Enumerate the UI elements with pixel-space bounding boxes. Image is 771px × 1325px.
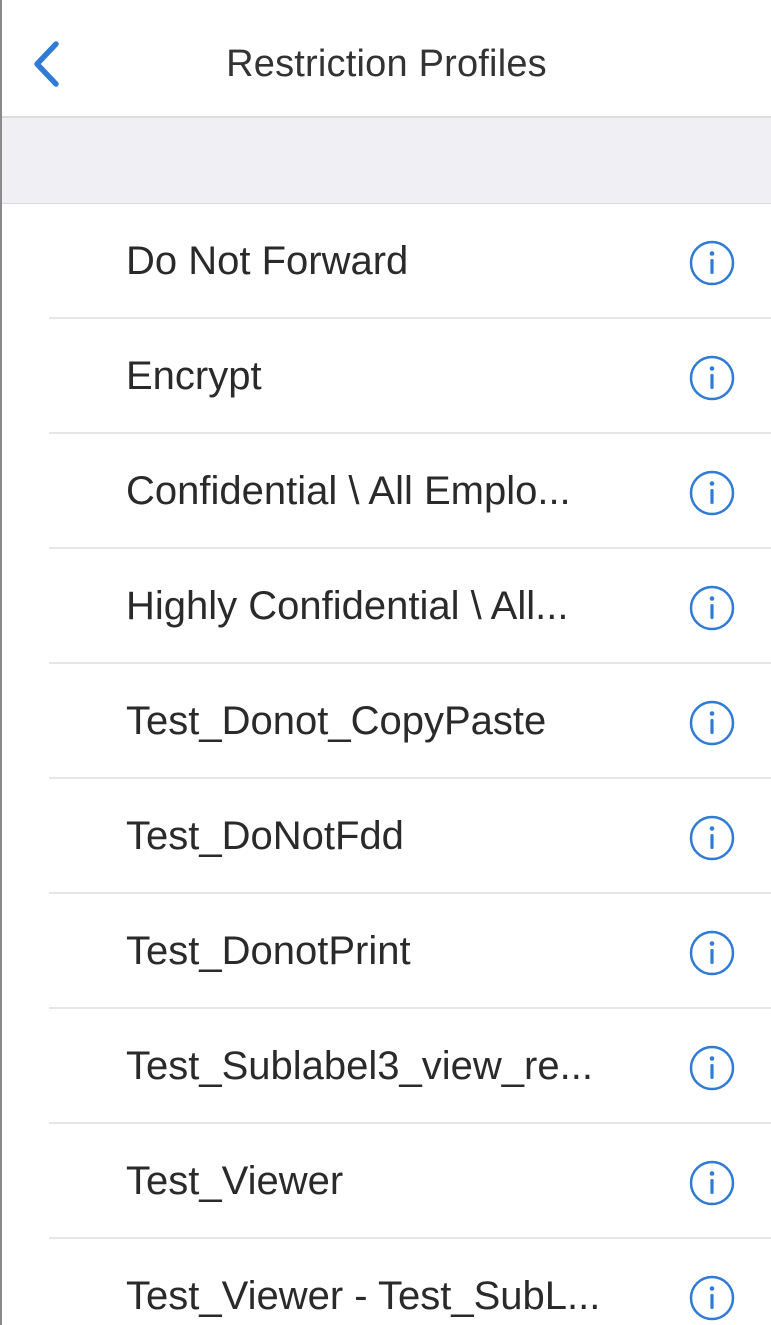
info-button[interactable]	[686, 352, 738, 404]
list-item[interactable]: Test_Donot_CopyPaste	[2, 664, 771, 779]
restriction-profiles-screen: Restriction Profiles Do Not Forward Encr…	[0, 0, 771, 1325]
info-icon	[689, 240, 735, 286]
list-item-label: Confidential \ All Emplo...	[126, 469, 571, 513]
info-icon	[689, 1045, 735, 1091]
list-item[interactable]: Test_Sublabel3_view_re...	[2, 1009, 771, 1124]
info-icon	[689, 585, 735, 631]
list-item[interactable]: Confidential \ All Emplo...	[2, 434, 771, 549]
list-item-label: Test_DoNotFdd	[126, 814, 404, 858]
list-item-label: Test_Sublabel3_view_re...	[126, 1044, 593, 1088]
list-item-label: Test_DonotPrint	[126, 929, 411, 973]
info-button[interactable]	[686, 1042, 738, 1094]
info-icon	[689, 815, 735, 861]
info-button[interactable]	[686, 582, 738, 634]
list-item[interactable]: Test_Viewer	[2, 1124, 771, 1239]
list-item-label: Test_Viewer - Test_SubL...	[126, 1274, 601, 1318]
info-icon	[689, 1160, 735, 1206]
info-icon	[689, 470, 735, 516]
section-header	[2, 118, 771, 204]
info-icon	[689, 700, 735, 746]
info-button[interactable]	[686, 237, 738, 289]
info-icon	[689, 930, 735, 976]
list-item-label: Test_Donot_CopyPaste	[126, 699, 547, 743]
restriction-profile-list: Do Not Forward Encrypt Confidential \ Al…	[2, 204, 771, 1325]
info-icon	[689, 1275, 735, 1321]
list-item[interactable]: Test_DonotPrint	[2, 894, 771, 1009]
list-item-label: Encrypt	[126, 354, 262, 398]
page-title: Restriction Profiles	[226, 43, 547, 85]
list-item-label: Test_Viewer	[126, 1159, 344, 1203]
info-button[interactable]	[686, 1157, 738, 1209]
navigation-bar: Restriction Profiles	[2, 0, 771, 118]
list-item-label: Highly Confidential \ All...	[126, 584, 569, 628]
info-button[interactable]	[686, 812, 738, 864]
info-button[interactable]	[686, 927, 738, 979]
info-icon	[689, 355, 735, 401]
list-item[interactable]: Test_DoNotFdd	[2, 779, 771, 894]
info-button[interactable]	[686, 1272, 738, 1324]
list-item[interactable]: Encrypt	[2, 319, 771, 434]
list-item[interactable]: Highly Confidential \ All...	[2, 549, 771, 664]
list-item[interactable]: Test_Viewer - Test_SubL...	[2, 1239, 771, 1325]
list-item-label: Do Not Forward	[126, 239, 409, 283]
info-button[interactable]	[686, 467, 738, 519]
info-button[interactable]	[686, 697, 738, 749]
list-item[interactable]: Do Not Forward	[2, 204, 771, 319]
